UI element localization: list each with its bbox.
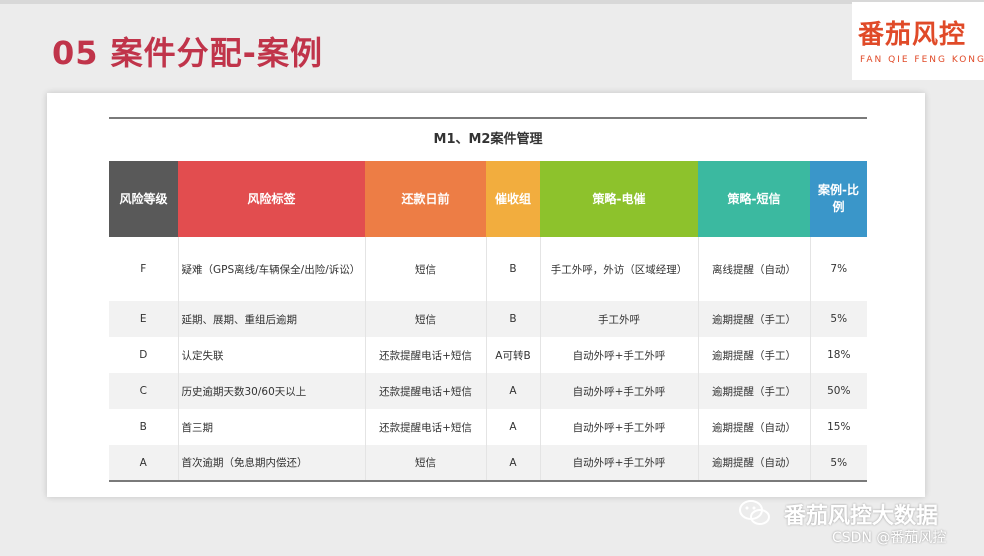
cell-phone-strategy: 自动外呼+手工外呼 (540, 373, 699, 409)
header-before-due: 还款日前 (365, 161, 486, 237)
header-case-ratio: 案例-比例 (810, 161, 867, 237)
cell-case-ratio: 50% (810, 373, 867, 409)
header-collection-group: 催收组 (486, 161, 540, 237)
table-row: F 疑难（GPS离线/车辆保全/出险/诉讼） 短信 B 手工外呼，外访（区域经理） 离线提… (109, 237, 867, 301)
cell-risk-tag: 疑难（GPS离线/车辆保全/出险/诉讼） (178, 237, 366, 301)
cell-collection-group: B (486, 237, 541, 301)
cell-before-due: 还款提醒电话+短信 (365, 373, 487, 409)
cell-phone-strategy: 自动外呼+手工外呼 (540, 445, 699, 482)
cell-risk-level: A (109, 445, 179, 482)
cell-phone-strategy: 手工外呼 (540, 301, 699, 337)
cell-risk-tag: 认定失联 (178, 337, 366, 373)
cell-collection-group: A可转B (486, 337, 541, 373)
cell-phone-strategy: 手工外呼，外访（区域经理） (540, 237, 699, 301)
case-management-table: M1、M2案件管理 风险等级 风险标签 还款日前 催收组 策略-电催 策略-短信… (109, 117, 867, 482)
cell-collection-group: B (486, 301, 541, 337)
header-phone-strategy: 策略-电催 (540, 161, 698, 237)
cell-case-ratio: 5% (810, 301, 867, 337)
table-row: A 首次逾期（免息期内偿还） 短信 A 自动外呼+手工外呼 逾期提醒（自动） 5% (109, 445, 867, 482)
cell-collection-group: A (486, 373, 541, 409)
table-body: F 疑难（GPS离线/车辆保全/出险/诉讼） 短信 B 手工外呼，外访（区域经理） 离线提… (109, 237, 867, 482)
cell-sms-strategy: 逾期提醒（自动） (698, 409, 811, 445)
header-row: 风险等级 风险标签 还款日前 催收组 策略-电催 策略-短信 案例-比例 (109, 161, 867, 237)
cell-collection-group: A (486, 409, 541, 445)
logo-subtitle: FAN QIE FENG KONG (860, 55, 984, 65)
page-title: 05 案件分配-案例 (52, 34, 323, 72)
cell-sms-strategy: 逾期提醒（手工） (698, 373, 811, 409)
cell-case-ratio: 15% (827, 421, 851, 433)
cell-risk-level: E (109, 301, 179, 337)
table-row: E 延期、展期、重组后逾期 短信 B 手工外呼 逾期提醒（手工） 5% (109, 301, 867, 337)
cell-risk-tag: 历史逾期天数30/60天以上 (178, 373, 366, 409)
cell-before-due: 短信 (365, 237, 487, 301)
cell-collection-group: A (486, 445, 541, 482)
table-card: M1、M2案件管理 风险等级 风险标签 还款日前 催收组 策略-电催 策略-短信… (47, 93, 925, 497)
cell-case-ratio: 7% (830, 263, 848, 275)
header-sms-strategy: 策略-短信 (698, 161, 810, 237)
cell-risk-tag: 延期、展期、重组后逾期 (178, 301, 366, 337)
cell-sms-strategy: 逾期提醒（手工） (698, 301, 811, 337)
cell-phone-strategy: 自动外呼+手工外呼 (540, 337, 699, 373)
cell-before-due: 短信 (365, 445, 487, 482)
brand-logo: 番茄风控 FAN QIE FENG KONG (852, 2, 984, 80)
table-row: D 认定失联 还款提醒电话+短信 A可转B 自动外呼+手工外呼 逾期提醒（手工） 18% (109, 337, 867, 373)
header-risk-tag: 风险标签 (178, 161, 365, 237)
logo-name: 番茄风控 (858, 20, 967, 50)
table-row: B 首三期 还款提醒电话+短信 A 自动外呼+手工外呼 逾期提醒（自动） 15% (109, 409, 867, 445)
top-divider (0, 0, 984, 4)
table-row: C 历史逾期天数30/60天以上 还款提醒电话+短信 A 自动外呼+手工外呼 逾期提醒（手… (109, 373, 867, 409)
cell-risk-level: B (109, 409, 179, 445)
cell-risk-level: C (109, 373, 179, 409)
table-caption: M1、M2案件管理 (109, 117, 867, 161)
cell-sms-strategy: 离线提醒（自动） (698, 237, 811, 301)
cell-risk-tag: 首三期 (178, 409, 366, 445)
cell-sms-strategy: 逾期提醒（手工） (698, 337, 811, 373)
header-risk-level: 风险等级 (109, 161, 178, 237)
cell-risk-level: F (109, 237, 179, 301)
cell-case-ratio: 5% (810, 445, 867, 482)
cell-phone-strategy: 自动外呼+手工外呼 (540, 409, 699, 445)
channel-watermark: 番茄风控大数据 (784, 504, 939, 529)
cell-before-due: 还款提醒电话+短信 (365, 409, 487, 445)
wechat-icon (739, 500, 770, 525)
cell-risk-tag: 首次逾期（免息期内偿还） (178, 445, 366, 482)
cell-sms-strategy: 逾期提醒（自动） (698, 445, 811, 482)
cell-before-due: 短信 (365, 301, 487, 337)
csdn-watermark: CSDN @番茄风控 (832, 530, 947, 546)
cell-case-ratio: 18% (827, 349, 851, 361)
cell-risk-level: D (109, 337, 179, 373)
cell-before-due: 还款提醒电话+短信 (365, 337, 487, 373)
